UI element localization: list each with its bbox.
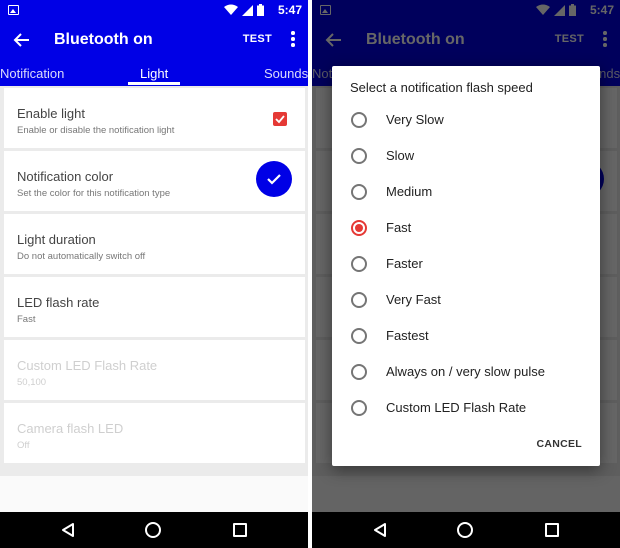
setting-subtitle: Off — [17, 440, 30, 451]
option-very-fast[interactable]: Very Fast — [332, 282, 600, 318]
triangle-back-icon[interactable] — [60, 522, 76, 538]
square-recent-icon[interactable] — [233, 523, 247, 537]
radio-button-selected[interactable] — [351, 220, 367, 236]
battery-icon — [257, 4, 264, 16]
option-label: Very Slow — [386, 112, 444, 127]
radio-button[interactable] — [351, 112, 367, 128]
option-label: Faster — [386, 256, 423, 271]
status-icons — [224, 4, 264, 16]
dialog-title: Select a notification flash speed — [350, 80, 533, 95]
setting-title: Light duration — [17, 232, 96, 247]
app-bar: Bluetooth on TEST — [0, 20, 308, 62]
circle-home-icon[interactable] — [145, 522, 161, 538]
setting-light-duration[interactable]: Light duration Do not automatically swit… — [4, 214, 305, 274]
setting-subtitle: Set the color for this notification type — [17, 188, 171, 199]
setting-subtitle: 50,100 — [17, 377, 47, 388]
app-bar-title: Bluetooth on — [54, 31, 153, 48]
setting-custom-led-flash-rate: Custom LED Flash Rate 50,100 — [4, 340, 305, 400]
option-label: Medium — [386, 184, 433, 199]
more-vert-icon[interactable] — [288, 31, 298, 51]
option-very-slow[interactable]: Very Slow — [332, 102, 600, 138]
setting-subtitle: Enable or disable the notification light — [17, 125, 175, 136]
check-icon — [275, 115, 285, 124]
radio-button[interactable] — [351, 256, 367, 272]
option-faster[interactable]: Faster — [332, 246, 600, 282]
option-label: Always on / very slow pulse — [386, 364, 545, 379]
navigation-bar — [312, 512, 620, 548]
status-bar: 5:47 — [0, 0, 308, 20]
radio-button[interactable] — [351, 292, 367, 308]
radio-button[interactable] — [351, 148, 367, 164]
tab-notification[interactable]: Notification — [0, 66, 64, 81]
option-medium[interactable]: Medium — [332, 174, 600, 210]
signal-icon — [242, 4, 253, 16]
setting-camera-flash-led: Camera flash LED Off — [4, 403, 305, 463]
circle-home-icon[interactable] — [457, 522, 473, 538]
tab-indicator — [128, 82, 180, 85]
check-icon — [267, 174, 281, 185]
test-button[interactable]: TEST — [243, 33, 272, 45]
tab-light[interactable]: Light — [140, 66, 168, 81]
setting-enable-light[interactable]: Enable light Enable or disable the notif… — [4, 88, 305, 148]
navigation-bar — [0, 512, 308, 548]
setting-led-flash-rate[interactable]: LED flash rate Fast — [4, 277, 305, 337]
option-fastest[interactable]: Fastest — [332, 318, 600, 354]
settings-list: Enable light Enable or disable the notif… — [0, 86, 308, 476]
option-label: Custom LED Flash Rate — [386, 400, 527, 415]
radio-button[interactable] — [351, 364, 367, 380]
wifi-icon — [224, 4, 238, 15]
option-label: Fast — [386, 220, 412, 235]
bottom-spacer — [0, 476, 308, 512]
tab-sounds[interactable]: Sounds — [264, 66, 308, 81]
setting-subtitle: Do not automatically switch off — [17, 251, 146, 262]
setting-title: LED flash rate — [17, 295, 100, 310]
option-label: Fastest — [386, 328, 429, 343]
phone-screen-dialog: 5:47 Bluetooth on TEST Notification Ligh… — [312, 0, 620, 548]
setting-title: Notification color — [17, 169, 114, 184]
setting-title: Custom LED Flash Rate — [17, 358, 158, 373]
setting-notification-color[interactable]: Notification color Set the color for thi… — [4, 151, 305, 211]
arrow-left-icon[interactable] — [12, 30, 32, 50]
cancel-button[interactable]: CANCEL — [536, 438, 582, 450]
option-fast[interactable]: Fast — [332, 210, 600, 246]
status-time: 5:47 — [277, 3, 302, 17]
radio-button[interactable] — [351, 400, 367, 416]
setting-title: Enable light — [17, 106, 85, 121]
square-recent-icon[interactable] — [545, 523, 559, 537]
enable-light-checkbox[interactable] — [273, 112, 287, 126]
option-always-on[interactable]: Always on / very slow pulse — [332, 354, 600, 390]
option-label: Slow — [386, 148, 415, 163]
option-label: Very Fast — [386, 292, 441, 307]
triangle-back-icon[interactable] — [372, 522, 388, 538]
phone-screen-settings: 5:47 Bluetooth on TEST Notification Ligh… — [0, 0, 308, 548]
tab-bar: Notification Light Sounds — [0, 62, 308, 86]
flash-speed-dialog: Select a notification flash speed Very S… — [332, 66, 600, 466]
setting-subtitle: Fast — [17, 314, 36, 325]
option-slow[interactable]: Slow — [332, 138, 600, 174]
setting-title: Camera flash LED — [17, 421, 124, 436]
image-notification-icon — [8, 5, 19, 15]
radio-button[interactable] — [351, 328, 367, 344]
option-custom-rate[interactable]: Custom LED Flash Rate — [332, 390, 600, 426]
color-swatch[interactable] — [256, 161, 292, 197]
radio-button[interactable] — [351, 184, 367, 200]
